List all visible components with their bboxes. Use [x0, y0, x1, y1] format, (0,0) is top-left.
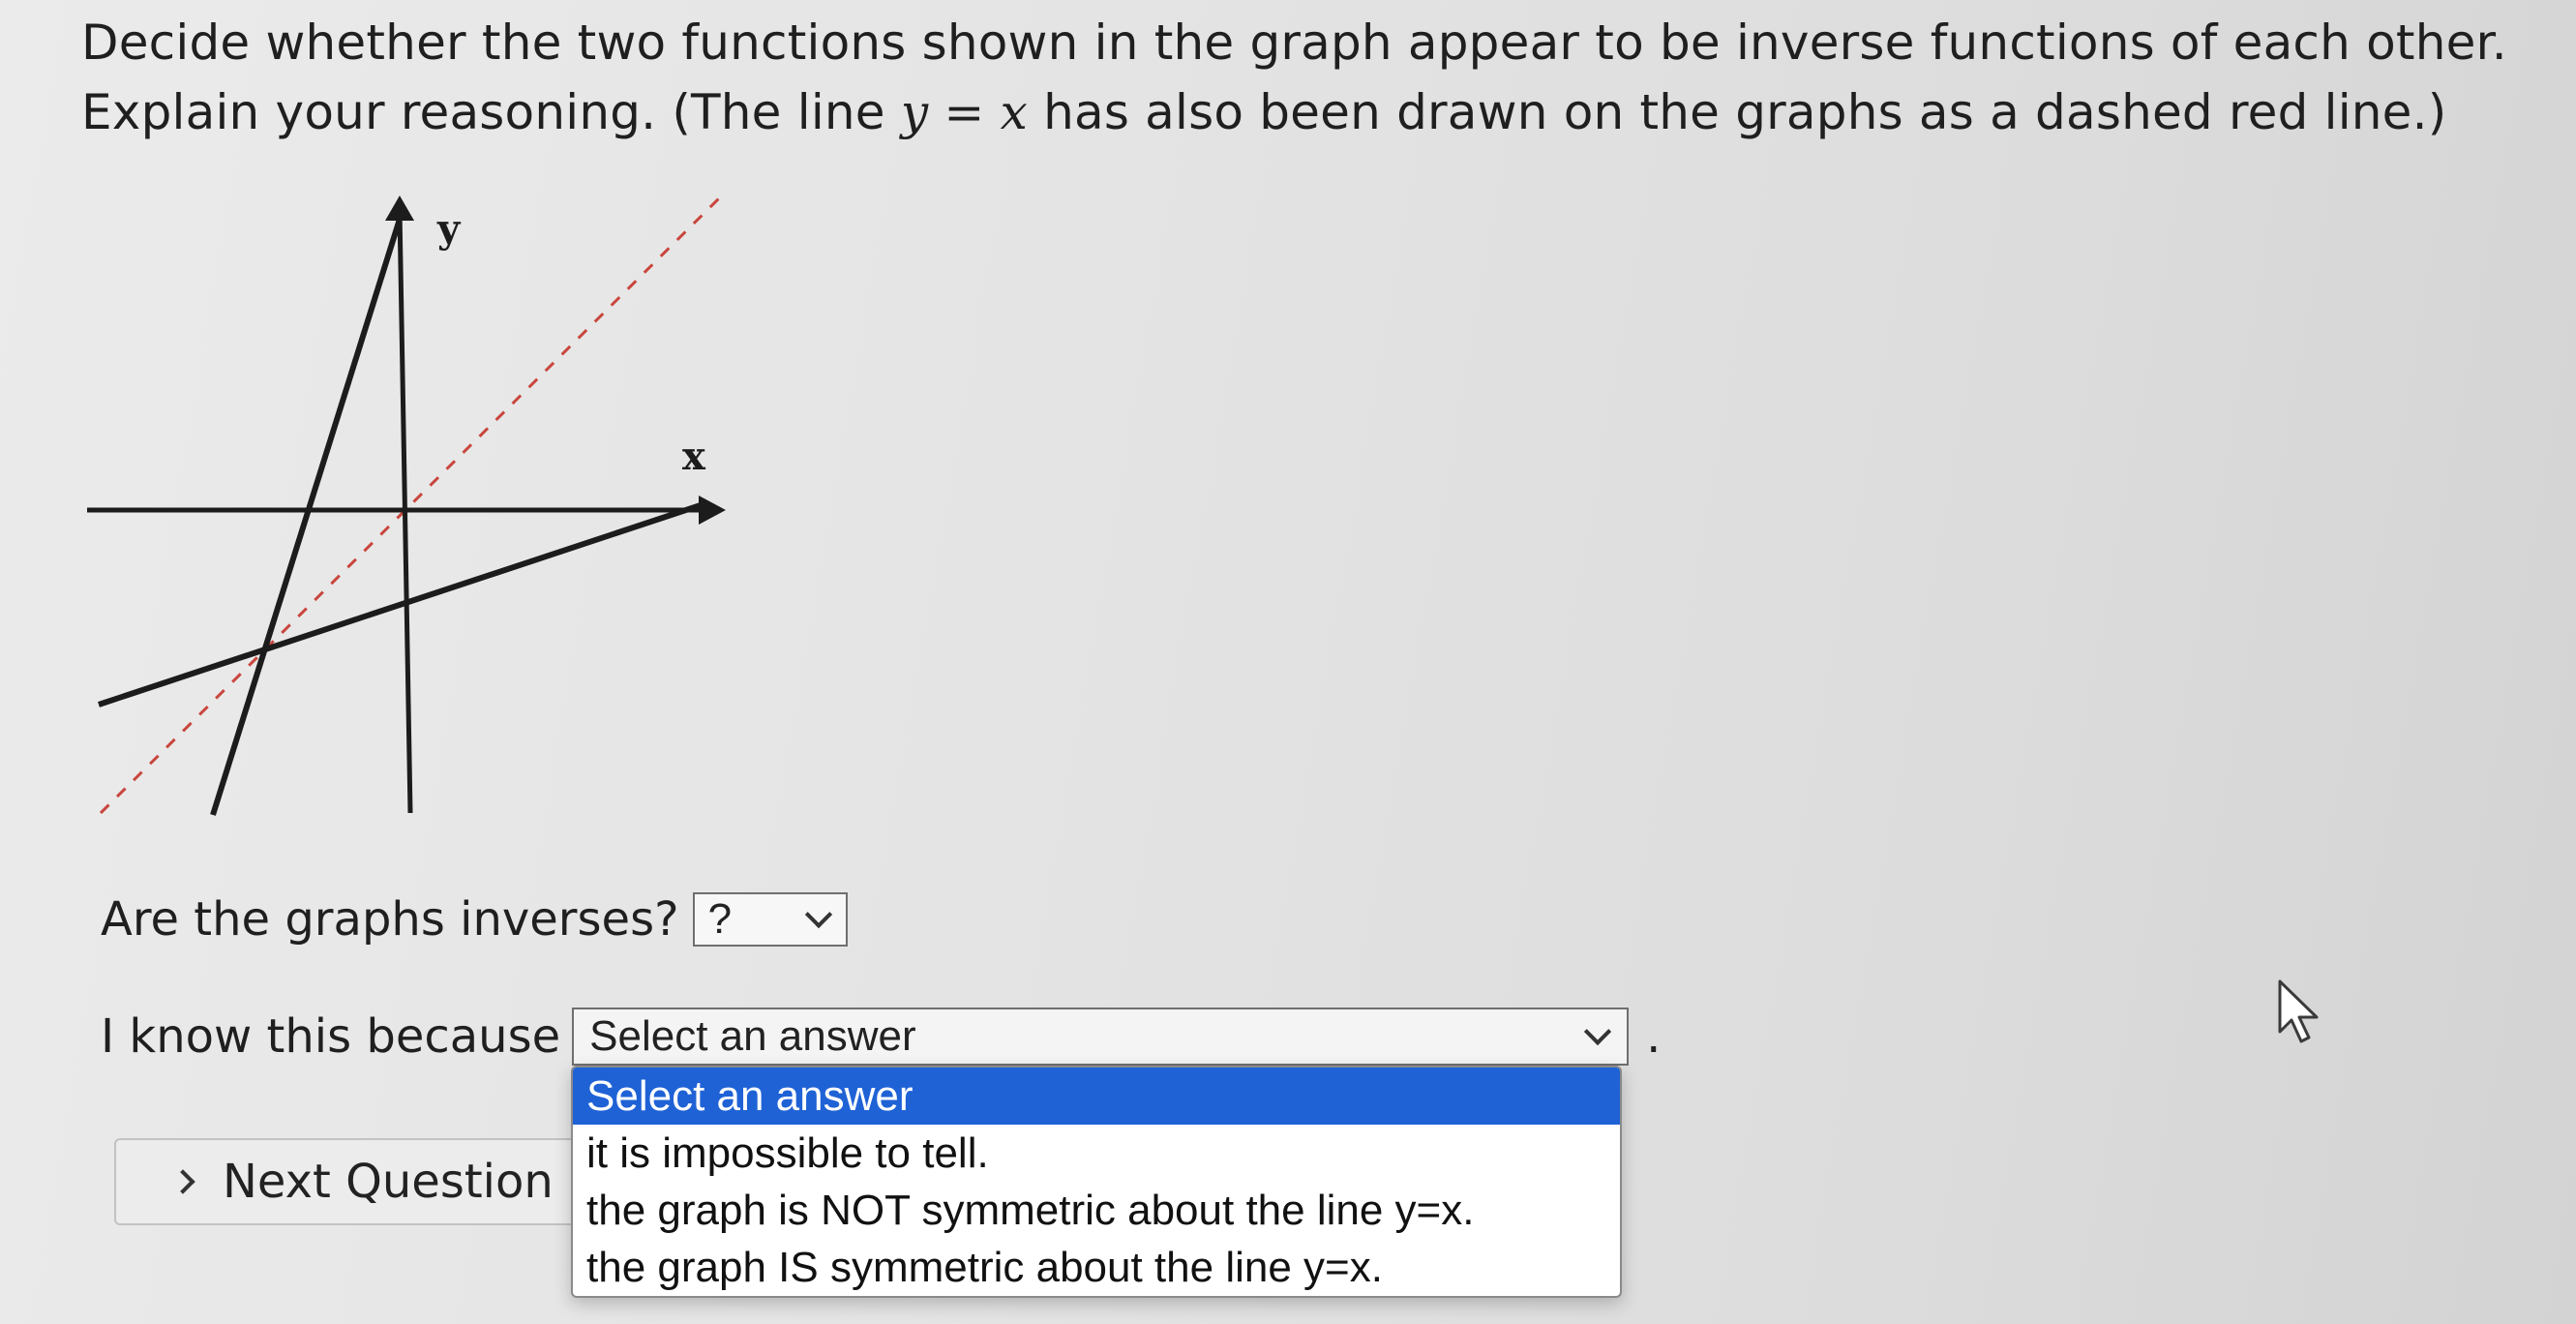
reason-dropdown-list: Select an answer it is impossible to tel…: [571, 1066, 1622, 1298]
chevron-down-icon: [1583, 1017, 1612, 1046]
math-y-equals-x: y = x: [900, 84, 1029, 140]
inverse-select-value: ?: [707, 895, 733, 943]
dropdown-option-impossible[interactable]: it is impossible to tell.: [573, 1125, 1620, 1182]
reason-select-value: Select an answer: [589, 1012, 916, 1060]
next-question-button[interactable]: Next Question: [114, 1138, 598, 1225]
sentence-period: .: [1646, 1009, 1662, 1064]
question-text: Decide whether the two functions shown i…: [81, 8, 2559, 147]
reason-question-row: I know this because Select an answer .: [101, 1008, 1661, 1066]
dropdown-option-select-an-answer[interactable]: Select an answer: [573, 1068, 1620, 1125]
reason-question-label: I know this because: [101, 1009, 561, 1064]
inverse-question-row: Are the graphs inverses? ?: [101, 890, 848, 948]
next-question-label: Next Question: [223, 1155, 554, 1209]
pointer-cursor-icon: [2278, 979, 2319, 1043]
dropdown-option-not-symmetric[interactable]: the graph is NOT symmetric about the lin…: [573, 1182, 1620, 1239]
function-graph: y x: [87, 195, 726, 816]
chevron-down-icon: [804, 900, 832, 929]
y-axis-label: y: [436, 206, 462, 252]
dropdown-option-is-symmetric[interactable]: the graph IS symmetric about the line y=…: [573, 1239, 1620, 1296]
function-steep: [210, 212, 404, 816]
x-axis-label: x: [682, 434, 706, 479]
chevron-right-icon: [170, 1169, 195, 1194]
x-axis-arrow: [699, 496, 726, 525]
inverse-question-label: Are the graphs inverses?: [101, 892, 679, 947]
reason-answer-select[interactable]: Select an answer: [572, 1008, 1630, 1066]
function-shallow: [98, 500, 707, 707]
inverse-answer-select[interactable]: ?: [692, 892, 848, 947]
question-text-end: has also been drawn on the graphs as a d…: [1028, 84, 2447, 140]
